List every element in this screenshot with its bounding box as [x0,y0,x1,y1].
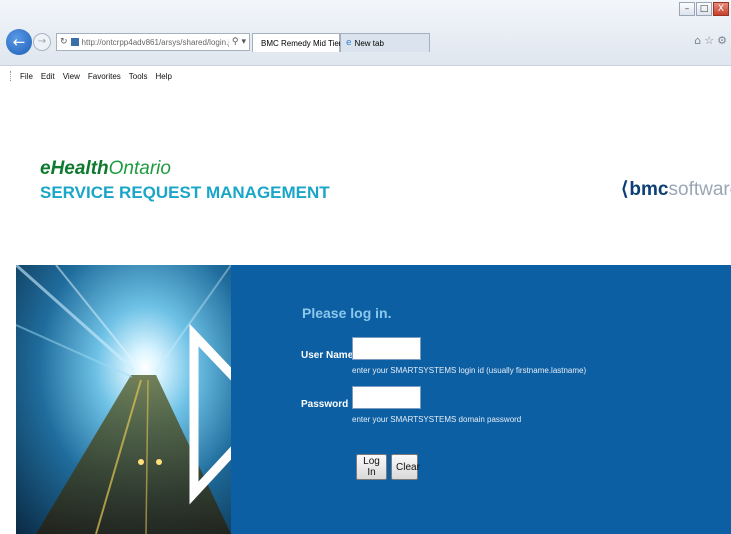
username-label: User Name [301,350,354,361]
tab-label: New tab [354,38,384,48]
menu-help[interactable]: Help [155,72,171,81]
page-subtitle: SERVICE REQUEST MANAGEMENT [40,183,330,202]
password-hint: enter your SMARTSYSTEMS domain password [352,415,522,424]
home-icon[interactable]: ⌂ [694,34,701,47]
forward-arrow-icon: → [37,36,47,47]
login-panel: Please log in. User Name enter your SMAR… [16,265,731,534]
login-button[interactable]: Log In [356,454,387,480]
logo-ehealth-text: eHealth [40,158,109,179]
close-window-button[interactable]: X [713,2,729,16]
menu-bar: File Edit View Favorites Tools Help [0,69,731,83]
maximize-button[interactable]: □ [696,2,712,16]
bmc-chevron-icon: ⟨ [621,179,629,200]
back-arrow-icon: ← [12,33,26,51]
dropdown-chevron-icon[interactable]: ▾ [241,37,246,47]
favorites-star-icon[interactable]: ☆ [704,34,714,47]
tunnel-illustration [16,265,231,534]
address-url[interactable]: http://ontcrpp4adv861/arsys/shared/login… [82,38,229,47]
menu-file[interactable]: File [20,72,33,81]
logo-software-text: software [668,178,731,200]
site-favicon-icon [70,38,79,46]
settings-gear-icon[interactable]: ⚙ [717,34,727,47]
password-label: Password [301,399,349,410]
ehealth-ontario-logo: eHealthOntario [40,158,171,180]
minimize-button[interactable]: – [679,2,695,16]
menu-view[interactable]: View [63,72,80,81]
username-hint: enter your SMARTSYSTEMS login id (usuall… [352,366,587,375]
logo-ontario-text: Ontario [108,158,171,179]
tab-new-tab[interactable]: e New tab [340,33,430,52]
username-input[interactable] [352,337,421,360]
menubar-grip [10,71,12,81]
window-controls: – □ X [679,2,729,16]
back-button[interactable]: ← [6,29,32,55]
login-form: Please log in. User Name enter your SMAR… [231,265,731,534]
logo-bmc-text: bmc [629,178,669,200]
refresh-icon[interactable]: ↻ [60,37,68,47]
tab-bmc-remedy[interactable]: BMC Remedy Mid Tier 8.1 -... × [252,33,374,52]
password-input[interactable] [352,386,421,409]
browser-chrome: – □ X ← → ↻ http://ontcrpp4adv861/arsys/… [0,0,731,66]
tunnel-image [16,265,231,534]
search-icon[interactable]: ⚲ [232,37,239,47]
login-title: Please log in. [302,305,392,321]
address-bar[interactable]: ↻ http://ontcrpp4adv861/arsys/shared/log… [56,33,250,51]
clear-button[interactable]: Clear [391,454,420,480]
forward-button[interactable]: → [33,33,51,51]
ie-logo-icon: e [346,38,352,48]
menu-tools[interactable]: Tools [129,72,148,81]
menu-edit[interactable]: Edit [41,72,55,81]
browser-toolbar-icons: ⌂ ☆ ⚙ [694,34,727,47]
menu-favorites[interactable]: Favorites [88,72,121,81]
bmc-software-logo: ⟨bmcsoftware [621,178,731,201]
